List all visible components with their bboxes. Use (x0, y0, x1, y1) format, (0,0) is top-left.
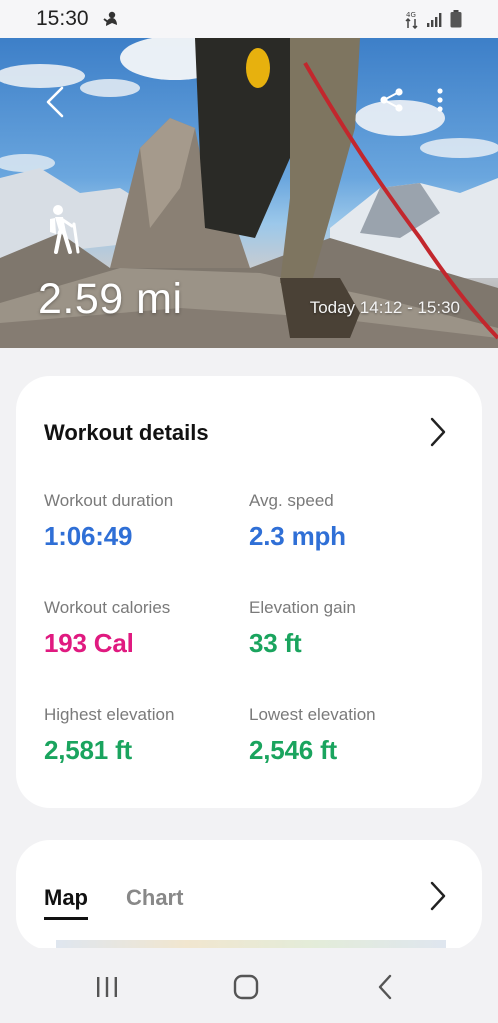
stat-workout-duration: Workout duration 1:06:49 (44, 491, 173, 552)
chevron-right-icon (430, 881, 446, 911)
tab-map[interactable]: Map (44, 885, 88, 920)
status-bar: 15:30 4G (0, 0, 498, 38)
chevron-right-icon (430, 417, 446, 447)
signal-icon (426, 11, 444, 32)
status-icons: 4G (404, 9, 462, 34)
stat-value: 1:06:49 (44, 521, 133, 551)
chevron-left-icon (46, 86, 64, 118)
share-button[interactable] (376, 84, 408, 116)
workout-details-title: Workout details (44, 420, 209, 445)
stat-label: Workout duration (44, 491, 174, 510)
stat-lowest-elevation: Lowest elevation 2,546 ft (249, 705, 376, 766)
workout-details-card[interactable]: Workout details Workout duration 1:06:49… (16, 376, 482, 808)
stat-label: Lowest elevation (249, 705, 376, 724)
recents-icon (97, 977, 117, 997)
stat-avg-speed: Avg. speed 2.3 mph (249, 491, 346, 552)
stat-label: Elevation gain (249, 598, 356, 617)
share-icon (380, 88, 403, 112)
data-arrows-icon: 4G (404, 9, 420, 34)
battery-icon (450, 10, 462, 33)
home-button[interactable] (226, 970, 266, 1004)
notification-icon (103, 10, 119, 33)
back-icon (378, 974, 392, 1000)
status-time: 15:30 (36, 7, 89, 30)
stat-value: 2,546 ft (249, 735, 338, 765)
hero-image: 2.59 mi Today 14:12 - 15:30 (0, 38, 498, 348)
workout-time-range: Today 14:12 - 15:30 (309, 298, 460, 317)
back-button[interactable] (38, 82, 72, 122)
stat-value: 193 Cal (44, 628, 134, 658)
workout-details-chevron-button[interactable] (428, 416, 448, 448)
stat-workout-calories: Workout calories 193 Cal (44, 598, 170, 659)
workout-distance: 2.59 mi (38, 275, 183, 323)
stat-elevation-gain: Elevation gain 33 ft (249, 598, 356, 659)
stat-value: 2,581 ft (44, 735, 133, 765)
home-icon (233, 974, 259, 1000)
nav-back-button[interactable] (365, 970, 405, 1004)
stat-label: Workout calories (44, 598, 171, 617)
svg-text:4G: 4G (406, 11, 416, 19)
more-options-button[interactable] (428, 84, 452, 116)
stat-value: 2.3 mph (249, 521, 346, 551)
tab-chart[interactable]: Chart (126, 885, 183, 911)
stat-label: Highest elevation (44, 705, 175, 724)
navigation-bar (0, 948, 498, 1023)
hiking-icon (44, 204, 86, 259)
stat-highest-elevation: Highest elevation 2,581 ft (44, 705, 174, 766)
map-chart-card[interactable]: Map Chart (16, 840, 482, 950)
stat-label: Avg. speed (249, 491, 334, 510)
map-chevron-button[interactable] (428, 880, 448, 912)
recents-button[interactable] (87, 970, 127, 1004)
more-vert-icon (437, 88, 443, 112)
stat-value: 33 ft (249, 628, 302, 658)
